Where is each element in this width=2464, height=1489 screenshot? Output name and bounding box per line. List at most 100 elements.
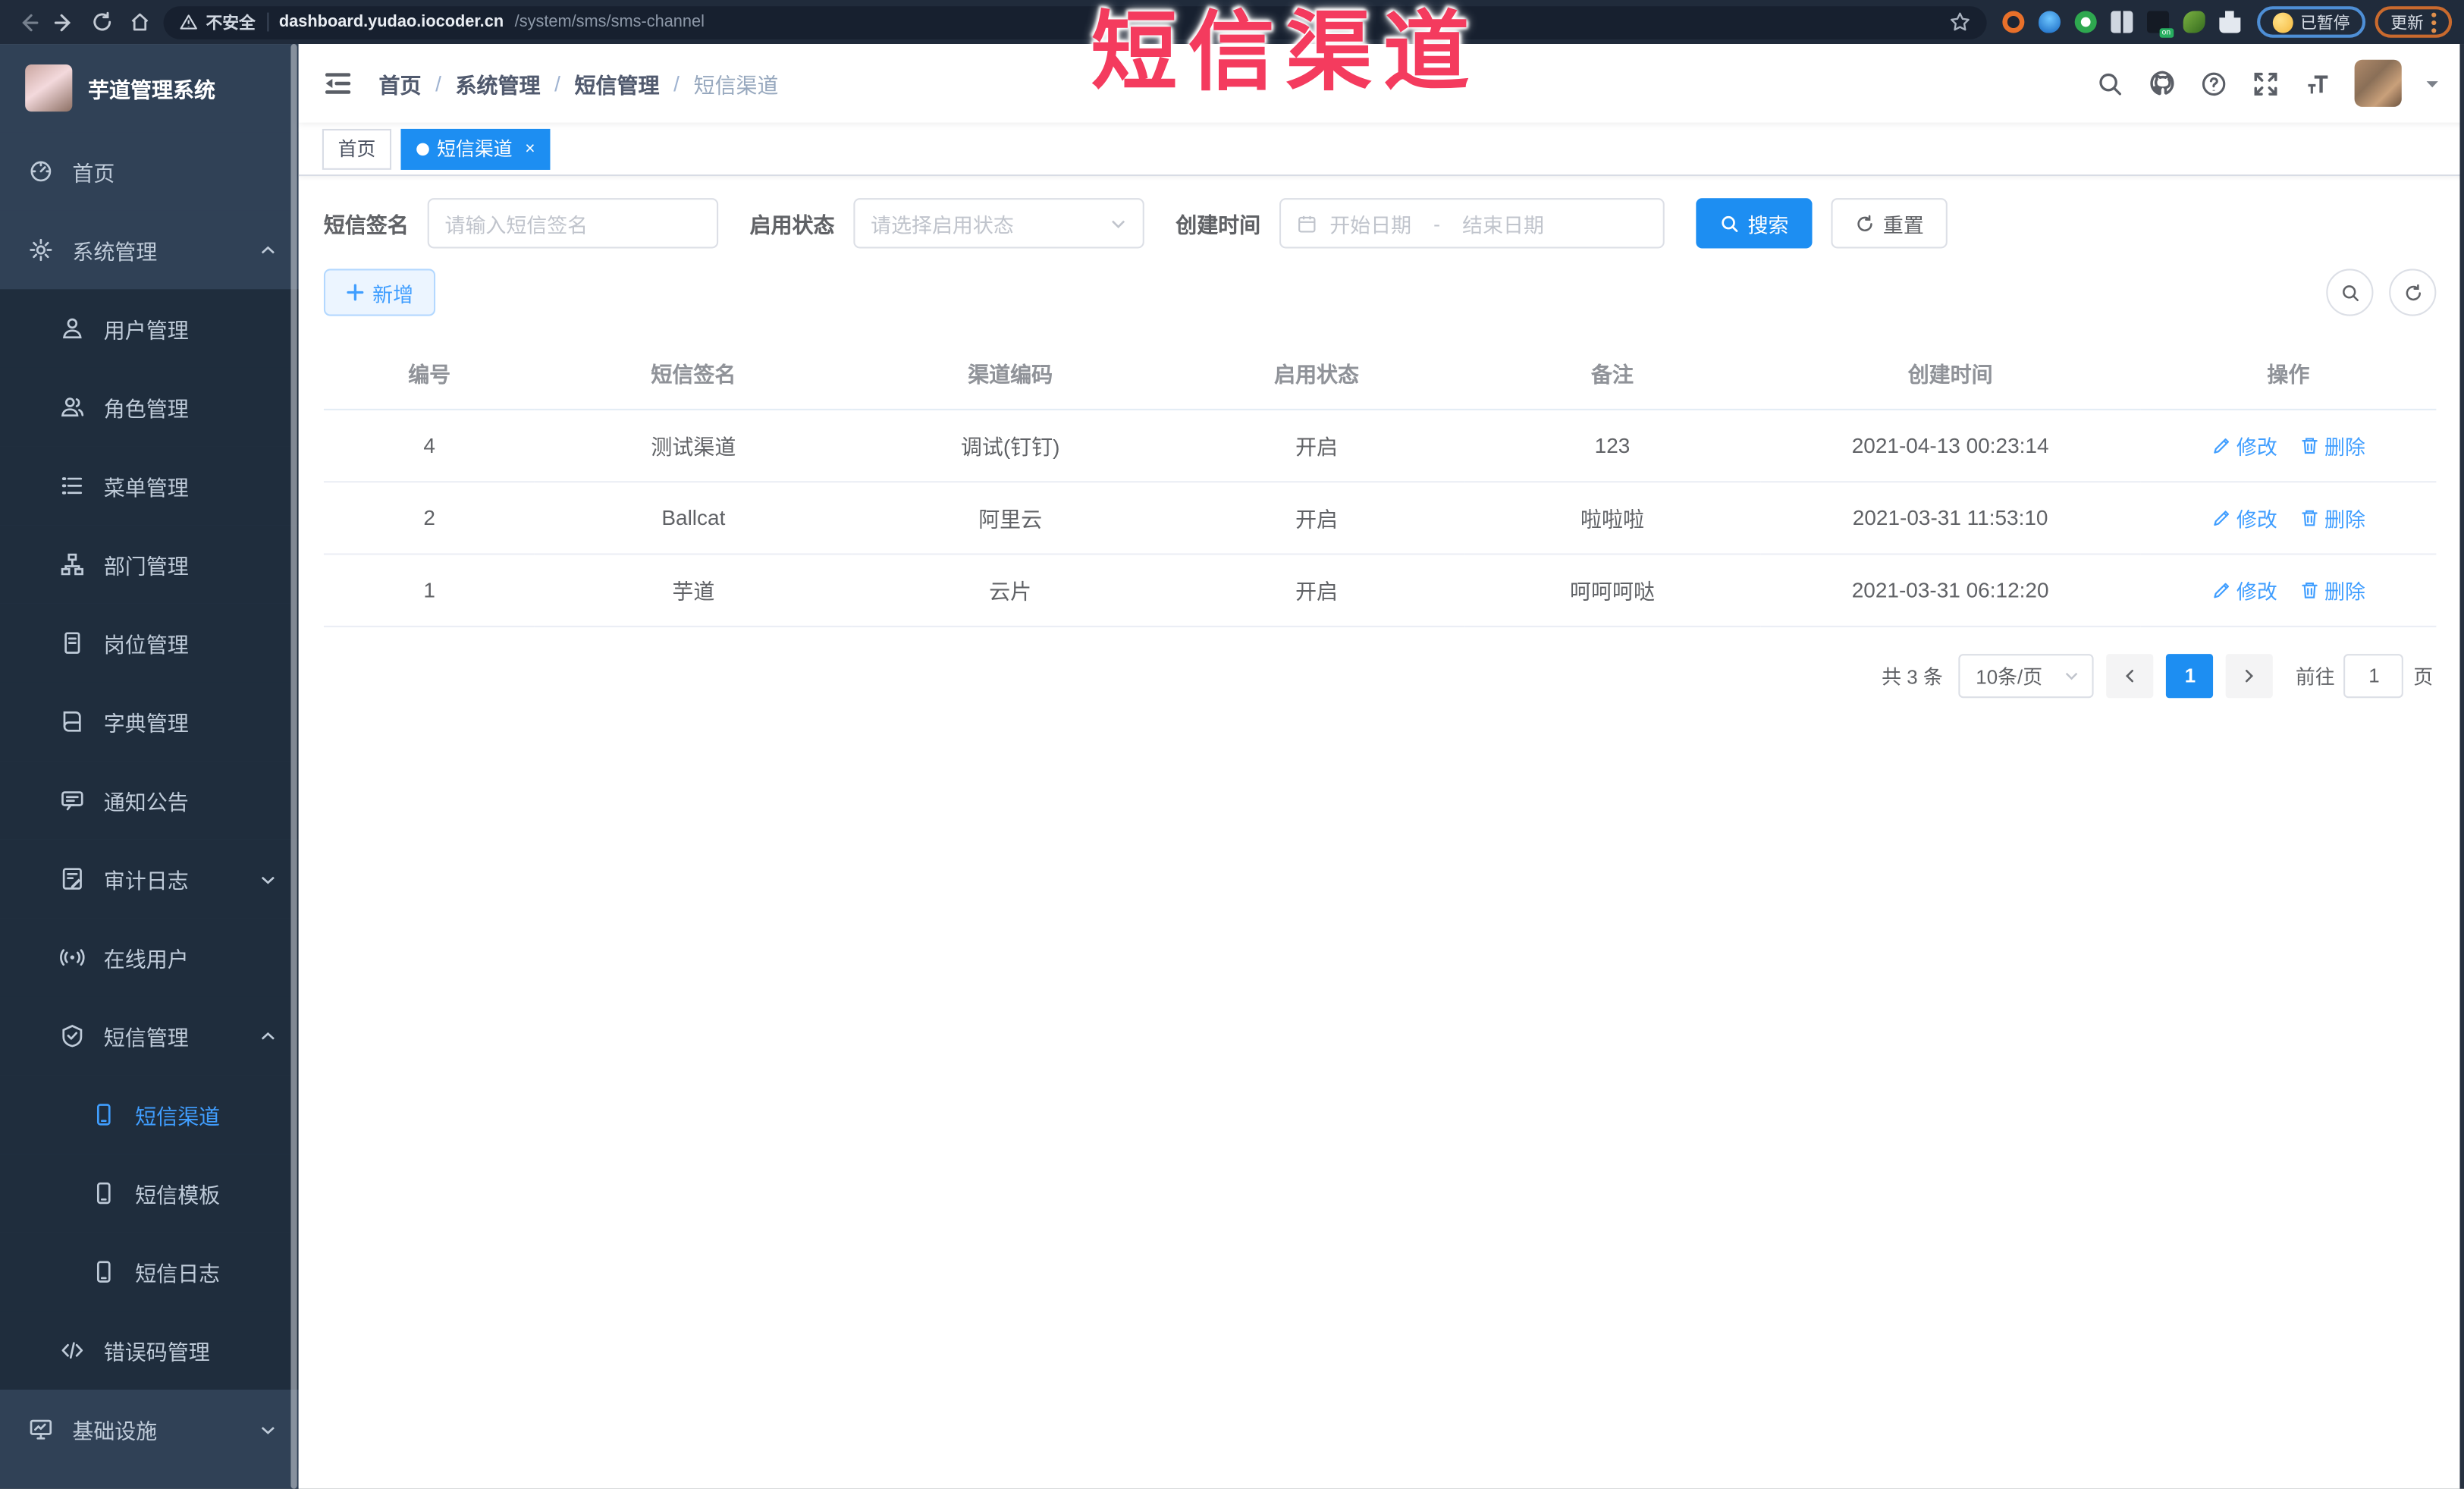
sidebar-item-1[interactable]: 首页 bbox=[0, 132, 299, 211]
tags-view-bar: 首页 短信渠道 × bbox=[298, 122, 2464, 177]
sidebar-item-4[interactable]: 角色管理 bbox=[0, 367, 299, 447]
breadcrumb-item-1[interactable]: 首页 bbox=[378, 68, 421, 99]
sidebar-item-12[interactable]: 短信管理 bbox=[0, 996, 299, 1076]
sidebar-item-2[interactable]: 系统管理 bbox=[0, 210, 299, 290]
breadcrumb-item-3[interactable]: 短信管理 bbox=[575, 68, 660, 99]
prev-page-button[interactable] bbox=[2107, 653, 2155, 698]
table-row: 1 芋道 云片 开启 呵呵呵哒 2021-03-31 06:12:20 修改 删除 bbox=[323, 553, 2437, 627]
sidebar-collapse-icon[interactable] bbox=[322, 68, 353, 99]
delete-link[interactable]: 删除 bbox=[2299, 574, 2365, 604]
tab-1[interactable]: 首页 bbox=[322, 127, 392, 169]
ext-puzzle-icon[interactable] bbox=[2218, 11, 2241, 33]
sidebar-item-10[interactable]: 审计日志 bbox=[0, 839, 299, 919]
github-icon[interactable] bbox=[2147, 68, 2177, 98]
column-header-6: 创建时间 bbox=[1759, 336, 2141, 410]
avatar-caret-down-icon[interactable] bbox=[2424, 74, 2441, 92]
cell-sign: 芋道 bbox=[535, 553, 852, 627]
sidebar-item-3[interactable]: 用户管理 bbox=[0, 289, 299, 368]
sidebar-item-9[interactable]: 通知公告 bbox=[0, 761, 299, 840]
font-size-icon[interactable] bbox=[2302, 68, 2332, 98]
browser-menu-kebab-icon[interactable] bbox=[2431, 11, 2437, 33]
sms-channel-table: 编号 短信签名 渠道编码 启用状态 备注 创建时间 操作 4 测试渠道 调试(钉钉) 开启 123 2… bbox=[323, 336, 2437, 627]
dashboard-icon bbox=[28, 159, 53, 184]
ext-green-check-icon[interactable] bbox=[2073, 11, 2096, 33]
sidebar-item-8[interactable]: 字典管理 bbox=[0, 682, 299, 762]
ext-dark-on-badge-icon[interactable]: on bbox=[2145, 11, 2174, 38]
sidebar-item-5[interactable]: 菜单管理 bbox=[0, 446, 299, 526]
create-time-range-picker[interactable]: 开始日期 - 结束日期 bbox=[1279, 198, 1665, 249]
sign-filter-input[interactable]: 请输入短信签名 bbox=[427, 198, 719, 249]
ext-green-leaf-icon[interactable] bbox=[2182, 11, 2205, 33]
address-bar[interactable]: 不安全 dashboard.yudao.iocoder.cn/system/sm… bbox=[163, 5, 1986, 39]
tab-close-icon[interactable]: × bbox=[525, 139, 535, 158]
sidebar-item-label: 部门管理 bbox=[103, 554, 189, 579]
code-icon bbox=[60, 1338, 85, 1363]
page-unit-label: 页 bbox=[2413, 666, 2434, 689]
page-size-select[interactable]: 10条/页 bbox=[1958, 653, 2095, 698]
header-search-icon[interactable] bbox=[2095, 68, 2125, 98]
sidebar-item-11[interactable]: 在线用户 bbox=[0, 918, 299, 997]
next-page-button[interactable] bbox=[2226, 653, 2274, 698]
add-button[interactable]: 新增 bbox=[323, 269, 436, 316]
cell-created: 2021-03-31 11:53:10 bbox=[1759, 481, 2141, 554]
edit-link-label: 修改 bbox=[2236, 579, 2277, 603]
post-badge-icon bbox=[60, 630, 85, 655]
annotation-title: 短信渠道 bbox=[1091, 3, 1481, 101]
cell-remark: 啦啦啦 bbox=[1464, 481, 1760, 554]
user-avatar[interactable] bbox=[2354, 59, 2402, 107]
status-filter-label: 启用状态 bbox=[749, 213, 835, 237]
cell-status: 开启 bbox=[1169, 553, 1465, 627]
sidebar-item-16[interactable]: 错误码管理 bbox=[0, 1311, 299, 1390]
browser-back-icon[interactable] bbox=[13, 8, 41, 36]
user-icon bbox=[60, 316, 85, 341]
sidebar-item-label: 错误码管理 bbox=[103, 1340, 210, 1365]
sidebar-item-label: 字典管理 bbox=[103, 712, 189, 736]
gear-icon bbox=[28, 237, 53, 262]
browser-home-icon[interactable] bbox=[126, 8, 154, 36]
reset-button[interactable]: 重置 bbox=[1831, 198, 1948, 249]
ext-orange-ring-icon[interactable] bbox=[2001, 11, 2024, 33]
reset-button-label: 重置 bbox=[1882, 212, 1924, 237]
profile-paused-chip[interactable]: 已暂停 bbox=[2256, 6, 2366, 38]
infra-monitor-icon bbox=[28, 1416, 53, 1441]
breadcrumb-item-2[interactable]: 系统管理 bbox=[456, 68, 541, 99]
menu-list-icon bbox=[60, 473, 85, 498]
edit-link[interactable]: 修改 bbox=[2211, 574, 2277, 604]
sidebar-item-7[interactable]: 岗位管理 bbox=[0, 603, 299, 683]
security-warning[interactable]: 不安全 bbox=[179, 10, 256, 33]
ext-grid-blue-dot-icon[interactable] bbox=[2110, 11, 2133, 33]
sidebar-scrollbar[interactable] bbox=[290, 44, 297, 1489]
fullscreen-icon[interactable] bbox=[2251, 68, 2280, 98]
sidebar-item-label: 短信管理 bbox=[103, 1026, 189, 1051]
start-date-placeholder: 开始日期 bbox=[1329, 212, 1412, 237]
browser-reload-icon[interactable] bbox=[88, 8, 116, 36]
delete-link[interactable]: 删除 bbox=[2299, 502, 2365, 532]
sidebar-item-13[interactable]: 短信渠道 bbox=[0, 1075, 299, 1154]
browser-forward-icon[interactable] bbox=[50, 8, 78, 36]
bookmark-star-icon[interactable] bbox=[1948, 11, 1970, 33]
goto-page-input[interactable]: 1 bbox=[2344, 653, 2404, 698]
sidebar-item-15[interactable]: 短信日志 bbox=[0, 1232, 299, 1312]
search-button[interactable]: 搜索 bbox=[1696, 198, 1813, 249]
page-content: 短信签名 请输入短信签名 启用状态 请选择启用状态 创建时间 开始日期 - 结束… bbox=[298, 176, 2464, 1489]
column-header-4: 启用状态 bbox=[1169, 336, 1465, 410]
breadcrumb-separator: / bbox=[673, 71, 680, 96]
browser-update-chip[interactable]: 更新 bbox=[2375, 6, 2453, 38]
edit-link[interactable]: 修改 bbox=[2211, 502, 2277, 532]
refresh-circle-button[interactable] bbox=[2389, 269, 2437, 316]
url-host: dashboard.yudao.iocoder.cn bbox=[278, 12, 504, 32]
edit-link[interactable]: 修改 bbox=[2211, 430, 2277, 460]
sidebar-item-14[interactable]: 短信模板 bbox=[0, 1154, 299, 1233]
breadcrumb-separator: / bbox=[554, 71, 560, 96]
app-logo-row[interactable]: 芋道管理系统 bbox=[0, 44, 299, 132]
delete-link[interactable]: 删除 bbox=[2299, 430, 2365, 460]
help-question-icon[interactable] bbox=[2199, 68, 2228, 98]
tab-2[interactable]: 短信渠道 × bbox=[400, 127, 551, 169]
ext-blue-drop-icon[interactable] bbox=[2037, 11, 2061, 33]
toggle-search-circle-button[interactable] bbox=[2326, 269, 2374, 316]
status-filter-select[interactable]: 请选择启用状态 bbox=[853, 198, 1144, 249]
page-number-1[interactable]: 1 bbox=[2166, 653, 2214, 698]
sidebar-item-17[interactable]: 基础设施 bbox=[0, 1390, 299, 1469]
window-scrollbar[interactable] bbox=[2459, 44, 2464, 1489]
sidebar-item-6[interactable]: 部门管理 bbox=[0, 525, 299, 604]
